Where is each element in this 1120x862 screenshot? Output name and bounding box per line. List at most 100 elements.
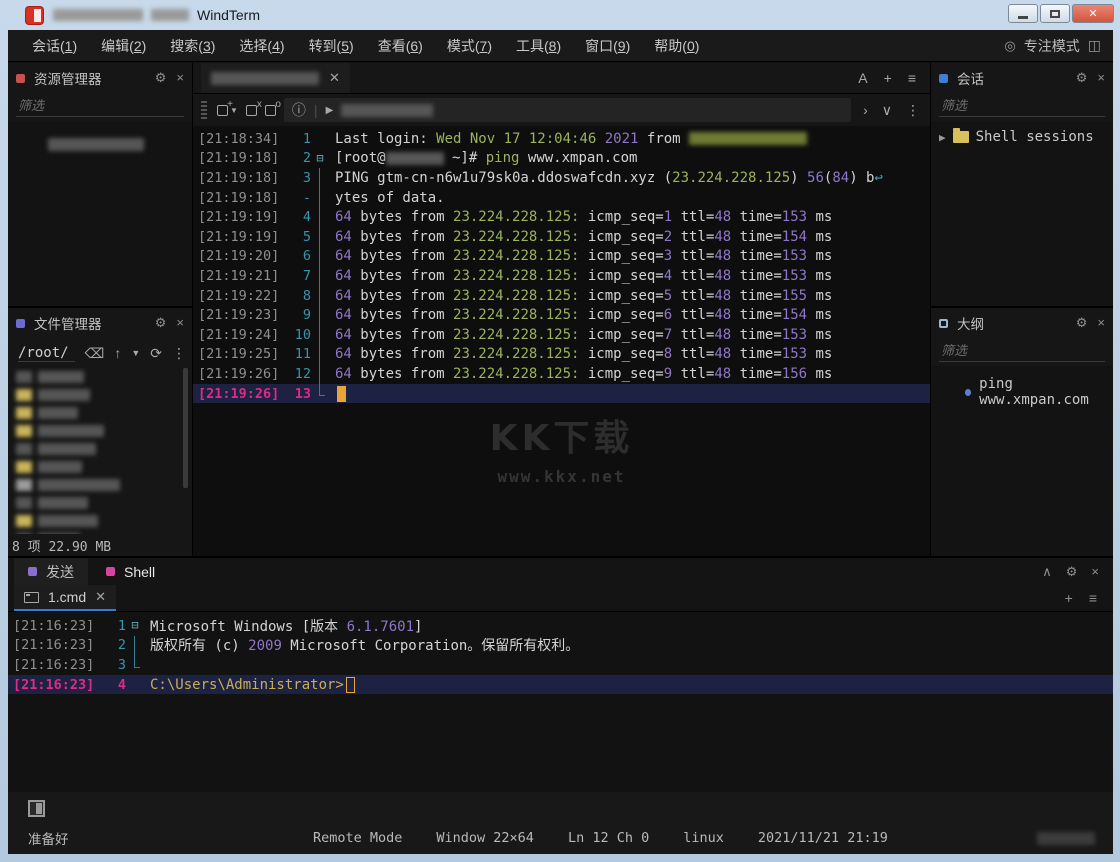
explorer-filter-input[interactable] — [16, 95, 184, 116]
file-row[interactable] — [8, 458, 192, 476]
app-window: WindTerm ✕ 会话(1)编辑(2)搜索(3)选择(4)转到(5)查看(6… — [0, 0, 1120, 862]
fold-indicator-icon[interactable]: ⊟ — [126, 616, 144, 636]
file-icon — [16, 515, 32, 527]
file-row[interactable] — [8, 440, 192, 458]
menu-item-2[interactable]: 编辑(2) — [89, 36, 158, 56]
file-list[interactable] — [8, 368, 192, 534]
tab-close-icon[interactable]: ✕ — [329, 70, 340, 86]
collapse-icon[interactable]: ∧ — [1042, 564, 1052, 580]
outline-item-ping[interactable]: ping www.xmpan.com — [931, 366, 1113, 408]
line-timestamp: [21:19:19] — [193, 209, 281, 225]
refresh-icon[interactable]: ⟳ — [150, 345, 162, 362]
menu-item-0[interactable]: 帮助(0) — [642, 36, 711, 56]
redacted-explorer-item — [48, 138, 144, 151]
menu-item-4[interactable]: 选择(4) — [227, 36, 296, 56]
menu-item-3[interactable]: 搜索(3) — [158, 36, 227, 56]
terminal-tab[interactable]: ✕ — [201, 63, 350, 93]
line-timestamp: [21:19:26] — [193, 386, 281, 402]
dock-tab-shell[interactable]: Shell — [92, 558, 169, 585]
maximize-button[interactable] — [1040, 4, 1070, 23]
new-tab-button[interactable]: + — [884, 70, 892, 86]
gear-icon[interactable]: ⚙ — [155, 315, 167, 331]
menu-item-7[interactable]: 模式(7) — [435, 36, 504, 56]
close-icon[interactable]: × — [1091, 564, 1099, 580]
fold-indicator-icon[interactable]: ⊟ — [311, 149, 329, 169]
cmd-tab[interactable]: 1.cmd ✕ — [14, 585, 116, 611]
chevron-down-icon[interactable]: ∨ — [882, 102, 892, 119]
pane-toggle-icon[interactable] — [28, 800, 45, 817]
tab-close-icon[interactable]: ✕ — [95, 589, 106, 605]
menu-item-6[interactable]: 查看(6) — [366, 36, 435, 56]
outline-panel-title: 大纲 — [957, 313, 984, 333]
scrollbar[interactable] — [183, 368, 188, 488]
new-tab-button[interactable]: + — [1065, 590, 1073, 606]
chevron-down-icon[interactable]: ▼ — [131, 348, 140, 358]
menu-item-1[interactable]: 会话(1) — [20, 36, 89, 56]
close-session-button[interactable] — [246, 105, 257, 116]
font-size-button[interactable]: A — [858, 70, 867, 86]
more-options-icon[interactable]: ⋮ — [172, 345, 186, 362]
menu-item-9[interactable]: 窗口(9) — [573, 36, 642, 56]
close-button[interactable]: ✕ — [1072, 4, 1114, 23]
close-icon[interactable]: × — [1097, 70, 1105, 86]
file-row[interactable] — [8, 476, 192, 494]
focus-mode-button[interactable]: 专注模式 — [1024, 36, 1080, 56]
outline-filter-input[interactable] — [939, 340, 1105, 361]
line-timestamp: [21:19:22] — [193, 288, 281, 304]
close-icon[interactable]: × — [176, 70, 184, 86]
fold-indicator-icon — [311, 345, 329, 365]
more-options-icon[interactable]: ⋮ — [906, 102, 920, 119]
drag-handle[interactable] — [201, 101, 207, 119]
file-row[interactable] — [8, 368, 192, 386]
menu-item-8[interactable]: 工具(8) — [504, 36, 573, 56]
file-row[interactable] — [8, 404, 192, 422]
chevron-right-icon[interactable]: › — [863, 102, 868, 119]
up-directory-icon[interactable]: ↑ — [114, 345, 121, 361]
address-bar[interactable]: ⓘ | ▶ — [284, 98, 851, 122]
file-row[interactable] — [8, 386, 192, 404]
gear-icon[interactable]: ⚙ — [1066, 564, 1078, 580]
line-timestamp: [21:19:18] — [193, 190, 281, 206]
tab-list-button[interactable]: ≡ — [1089, 590, 1097, 606]
new-session-button[interactable]: ▼ — [217, 105, 238, 116]
fold-indicator-icon — [311, 129, 329, 149]
file-path-input[interactable]: /root/ — [18, 345, 75, 362]
redacted-file-name — [38, 425, 104, 437]
tab-list-button[interactable]: ≡ — [908, 70, 916, 86]
terminal-output[interactable]: KK下载 www.kkx.net [21:18:34]1Last login: … — [193, 126, 930, 556]
file-row[interactable] — [8, 494, 192, 512]
title-bar[interactable]: WindTerm ✕ — [0, 0, 1120, 30]
file-row[interactable] — [8, 530, 192, 534]
dock-tab-send[interactable]: 发送 — [14, 558, 88, 585]
terminal-line: [21:18:34]1Last login: Wed Nov 17 12:04:… — [193, 129, 930, 149]
file-row[interactable] — [8, 512, 192, 530]
watermark-logo: KK下载 — [490, 409, 634, 461]
backspace-icon[interactable]: ⌫ — [85, 345, 105, 362]
watermark-url: www.kkx.net — [490, 467, 634, 486]
gear-icon[interactable]: ⚙ — [1076, 70, 1088, 86]
info-icon[interactable]: ⓘ — [292, 100, 306, 120]
line-timestamp: [21:19:18] — [193, 150, 281, 166]
terminal-line: [21:19:26]1264 bytes from 23.224.228.125… — [193, 364, 930, 384]
file-icon — [16, 425, 32, 437]
line-number: 2 — [96, 637, 126, 653]
play-icon[interactable]: ▶ — [326, 105, 334, 116]
gear-icon[interactable]: ⚙ — [155, 70, 167, 86]
file-row[interactable] — [8, 422, 192, 440]
gear-icon[interactable]: ⚙ — [1076, 315, 1088, 331]
expand-arrow-icon[interactable]: ▶ — [939, 131, 946, 144]
layout-panel-icon[interactable]: ◫ — [1088, 37, 1101, 54]
close-icon[interactable]: × — [176, 315, 184, 331]
redacted-title-text — [151, 9, 189, 21]
menu-item-5[interactable]: 转到(5) — [297, 36, 366, 56]
line-number: 2 — [281, 150, 311, 166]
close-icon[interactable]: × — [1097, 315, 1105, 331]
session-options-button[interactable] — [265, 105, 276, 116]
terminal-cursor — [337, 386, 346, 402]
tree-item-shell-sessions[interactable]: ▶ Shell sessions — [931, 121, 1113, 145]
cmd-terminal-output[interactable]: [21:16:23]1⊟Microsoft Windows [版本 6.1.76… — [8, 612, 1113, 792]
line-number: 11 — [281, 346, 311, 362]
sessions-filter-input[interactable] — [939, 95, 1105, 116]
folder-icon — [953, 131, 969, 143]
minimize-button[interactable] — [1008, 4, 1038, 23]
